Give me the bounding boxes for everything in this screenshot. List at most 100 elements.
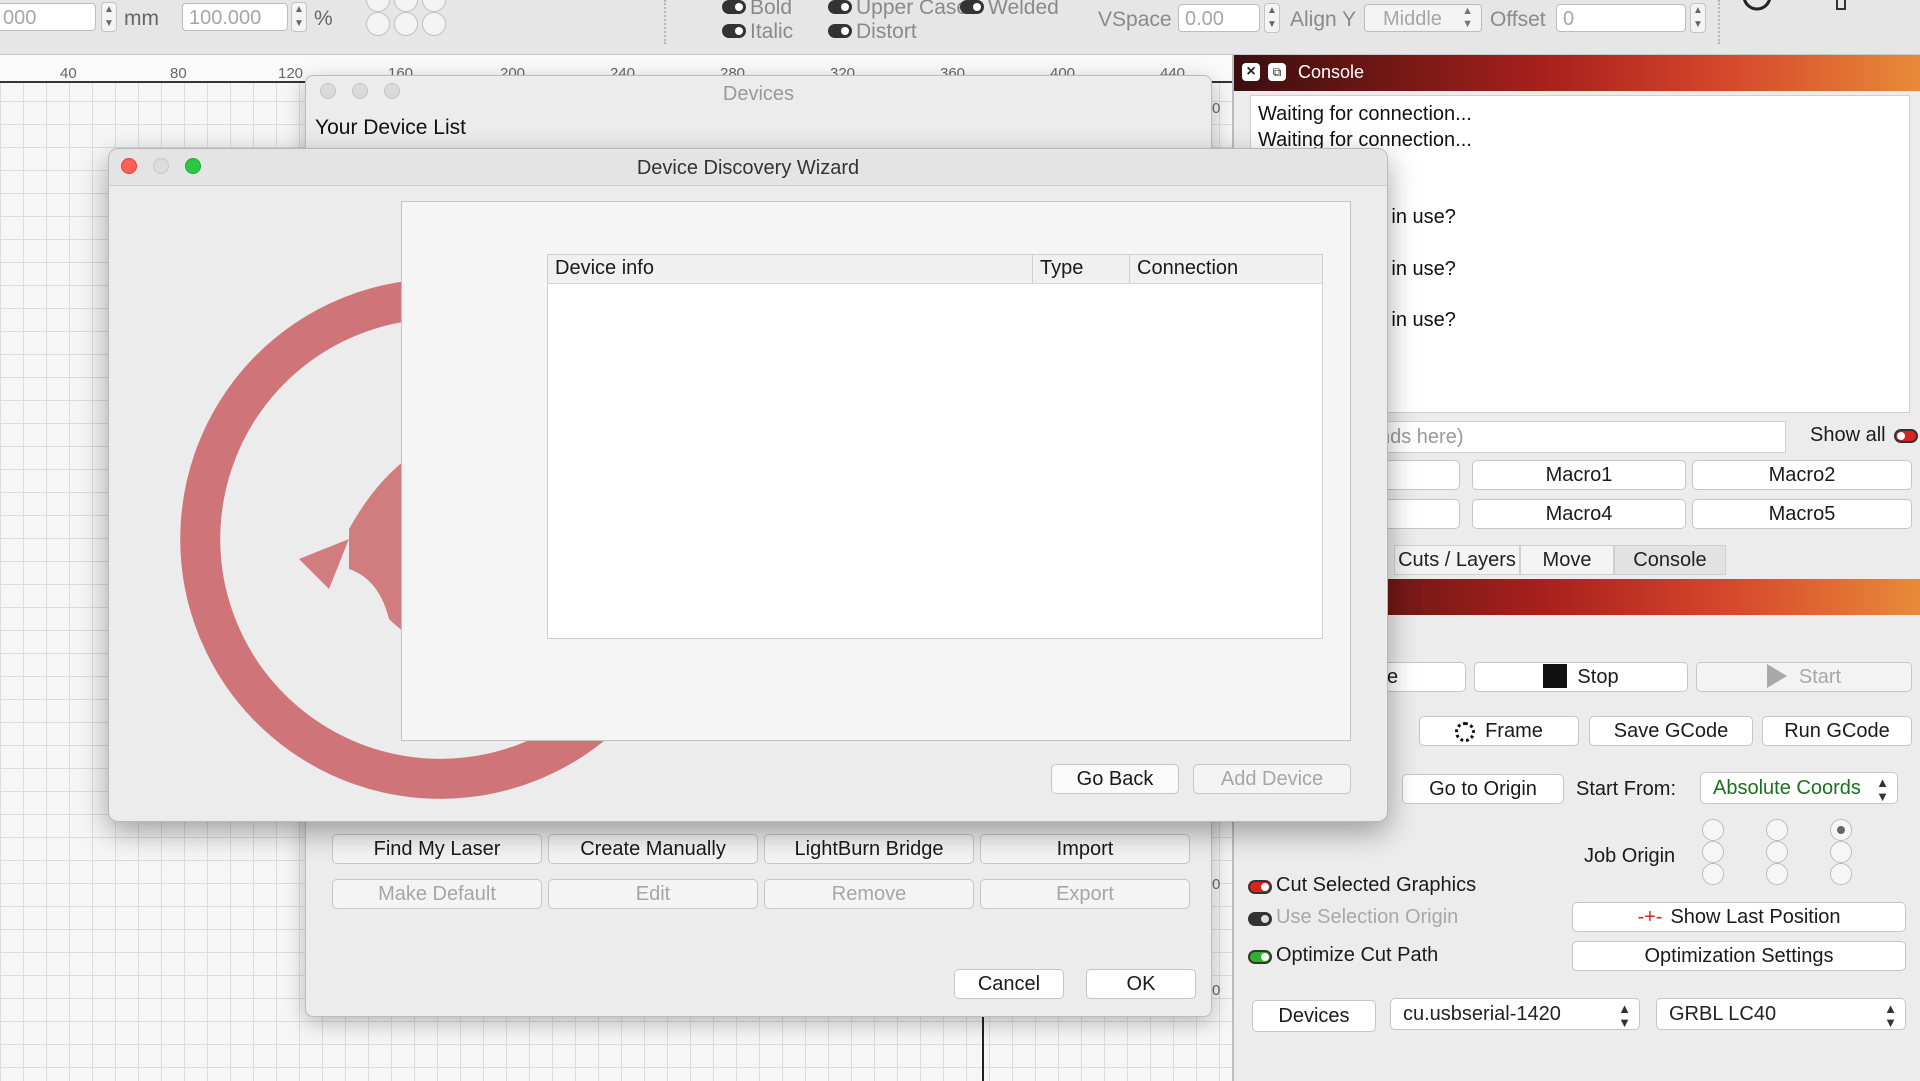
width-input[interactable]: 000 [0, 3, 96, 31]
export-button[interactable]: Export [980, 879, 1190, 909]
devices-window-title: Devices [722, 83, 795, 105]
align-icon[interactable] [1836, 0, 1846, 10]
welded-toggle[interactable] [960, 0, 984, 14]
use-selection-origin-label: Use Selection Origin [1276, 906, 1459, 928]
welded-label: Welded [988, 0, 1059, 19]
job-origin-label: Job Origin [1584, 845, 1676, 867]
job-origin-radio[interactable] [1830, 863, 1852, 885]
align-y-select[interactable]: Middle ▲ ▼ [1364, 4, 1482, 32]
upper-case-toggle[interactable] [828, 0, 852, 14]
column-header-connection[interactable]: Connection [1130, 255, 1322, 283]
show-last-position-button[interactable]: -+- Show Last Position [1572, 902, 1906, 932]
ruler-tick: 0 [1212, 876, 1221, 893]
ok-button[interactable]: OK [1086, 969, 1196, 999]
save-gcode-button[interactable]: Save GCode [1589, 716, 1753, 746]
distort-label: Distort [856, 20, 917, 43]
make-default-button[interactable]: Make Default [332, 879, 542, 909]
optimize-cut-path-toggle[interactable] [1248, 950, 1272, 964]
macro2-button[interactable]: Macro2 [1692, 460, 1912, 490]
show-all-label: Show all [1810, 424, 1886, 446]
edit-button[interactable]: Edit [548, 879, 758, 909]
bold-toggle[interactable] [722, 0, 746, 14]
tab-cuts-layers[interactable]: Cuts / Layers [1394, 545, 1520, 575]
go-back-button[interactable]: Go Back [1051, 764, 1179, 794]
port-select[interactable]: cu.usbserial-1420 ▲ ▼ [1390, 998, 1640, 1030]
close-icon[interactable]: × [1242, 63, 1260, 81]
devices-button[interactable]: Devices [1252, 1000, 1376, 1032]
find-my-laser-button[interactable]: Find My Laser [332, 834, 542, 864]
port-value: cu.usbserial-1420 [1403, 1003, 1561, 1025]
italic-toggle[interactable] [722, 24, 746, 38]
job-origin-radio[interactable] [1766, 863, 1788, 885]
anchor-button[interactable] [394, 0, 418, 12]
anchor-button[interactable] [422, 0, 446, 12]
select-caret-icon: ▲ ▼ [1876, 775, 1889, 804]
job-origin-radio[interactable] [1702, 841, 1724, 863]
go-to-origin-button[interactable]: Go to Origin [1402, 774, 1564, 804]
job-origin-radio[interactable] [1766, 819, 1788, 841]
toolbar-separator [664, 0, 666, 44]
anchor-button[interactable] [394, 12, 418, 36]
scale-unit-label: % [314, 7, 333, 30]
tab-console[interactable]: Console [1614, 545, 1726, 575]
vspace-label: VSpace [1098, 8, 1172, 31]
cancel-button[interactable]: Cancel [954, 969, 1064, 999]
rotate-icon[interactable] [1740, 0, 1771, 16]
create-manually-button[interactable]: Create Manually [548, 834, 758, 864]
distort-toggle[interactable] [828, 24, 852, 38]
stop-button[interactable]: Stop [1474, 662, 1688, 692]
italic-label: Italic [750, 20, 794, 43]
console-title: Console [1298, 62, 1365, 82]
macro4-button[interactable]: Macro4 [1472, 499, 1686, 529]
lightburn-bridge-button[interactable]: LightBurn Bridge [764, 834, 974, 864]
ruler-tick: 80 [170, 65, 187, 82]
run-gcode-button[interactable]: Run GCode [1762, 716, 1912, 746]
job-origin-radio[interactable] [1702, 863, 1724, 885]
device-value: GRBL LC40 [1669, 1003, 1777, 1025]
job-origin-radio[interactable] [1830, 841, 1852, 863]
column-header-device-info[interactable]: Device info [548, 255, 1033, 283]
top-toolbar: 000 ▲ ▼ mm 100.000 ▲ ▼ % Bold Italic Upper… [0, 0, 1920, 55]
anchor-button[interactable] [366, 12, 390, 36]
float-icon[interactable]: ⧉ [1268, 63, 1286, 81]
macro5-button[interactable]: Macro5 [1692, 499, 1912, 529]
device-select[interactable]: GRBL LC40 ▲ ▼ [1656, 998, 1906, 1030]
add-device-button[interactable]: Add Device [1193, 764, 1351, 794]
anchor-button[interactable] [366, 0, 390, 12]
optimization-settings-button[interactable]: Optimization Settings [1572, 941, 1906, 971]
show-last-position-label: Show Last Position [1670, 906, 1841, 928]
device-discovery-wizard: Device Discovery Wizard Device info Type… [108, 148, 1388, 822]
column-header-type[interactable]: Type [1033, 255, 1130, 283]
start-from-value: Absolute Coords [1713, 777, 1861, 799]
select-caret-icon: ▲ ▼ [1462, 5, 1473, 30]
frame-icon [1455, 722, 1476, 742]
job-origin-radio[interactable] [1766, 841, 1788, 863]
scale-stepper[interactable]: ▲ ▼ [291, 2, 307, 32]
macro1-button[interactable]: Macro1 [1472, 460, 1686, 490]
offset-input[interactable]: 0 [1556, 4, 1686, 32]
tab-move[interactable]: Move [1520, 545, 1614, 575]
remove-button[interactable]: Remove [764, 879, 974, 909]
job-origin-radio[interactable] [1830, 819, 1852, 841]
show-all-toggle[interactable] [1894, 429, 1918, 443]
scale-input[interactable]: 100.000 [182, 3, 288, 31]
device-table[interactable]: Device info Type Connection [547, 254, 1323, 639]
vspace-input[interactable]: 0.00 [1178, 4, 1260, 32]
align-y-label: Align Y [1290, 8, 1357, 31]
start-from-label: Start From: [1576, 778, 1677, 800]
start-from-select[interactable]: Absolute Coords ▲ ▼ [1700, 772, 1898, 804]
use-selection-origin-toggle[interactable] [1248, 912, 1272, 926]
vspace-stepper[interactable]: ▲ ▼ [1264, 3, 1280, 33]
start-button[interactable]: Start [1696, 662, 1912, 692]
import-button[interactable]: Import [980, 834, 1190, 864]
start-label: Start [1798, 666, 1842, 688]
frame-button[interactable]: Frame [1419, 716, 1579, 746]
anchor-button[interactable] [422, 12, 446, 36]
cut-selected-graphics-label: Cut Selected Graphics [1276, 874, 1477, 896]
command-input[interactable]: nds here) [1374, 421, 1786, 453]
offset-stepper[interactable]: ▲ ▼ [1690, 3, 1706, 33]
ruler-tick: 0 [1212, 982, 1221, 999]
cut-selected-graphics-toggle[interactable] [1248, 880, 1272, 894]
job-origin-radio[interactable] [1702, 819, 1724, 841]
width-stepper[interactable]: ▲ ▼ [101, 2, 117, 32]
